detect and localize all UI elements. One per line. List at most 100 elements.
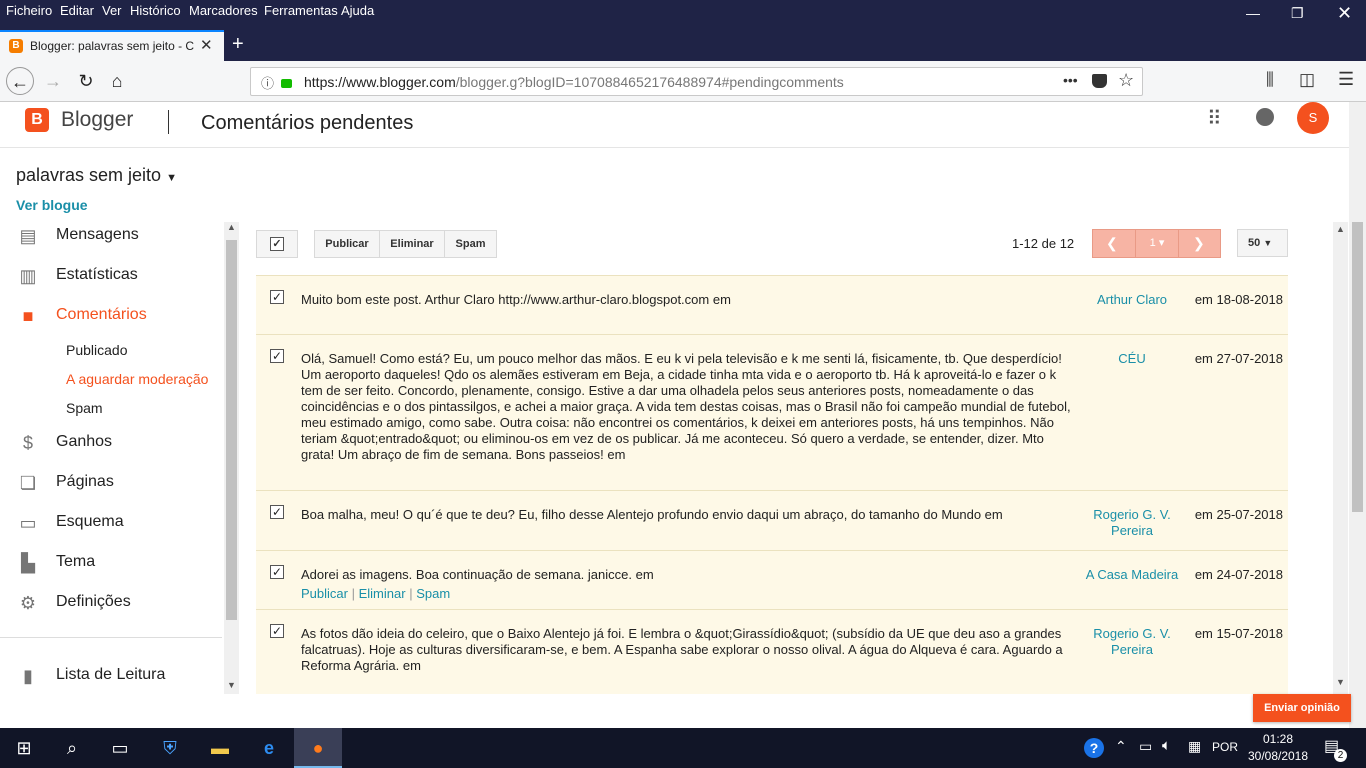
- volume-icon[interactable]: 🔈︎: [1162, 737, 1171, 754]
- row-spam-link[interactable]: Spam: [416, 586, 450, 601]
- content-scrollbar[interactable]: ▲ ▼: [1333, 222, 1348, 694]
- comment-row[interactable]: ✓ Muito bom este post. Arthur Claro http…: [256, 275, 1288, 335]
- back-button[interactable]: ←: [6, 67, 34, 95]
- language-indicator[interactable]: POR: [1212, 740, 1238, 754]
- page-scrollbar[interactable]: [1349, 102, 1366, 728]
- sidebar-scrollbar[interactable]: ▲ ▼: [224, 222, 239, 694]
- publish-button[interactable]: Publicar: [314, 230, 380, 258]
- sidebar-sub-spam[interactable]: Spam: [66, 400, 103, 416]
- clock-date[interactable]: 30/08/2018: [1244, 749, 1312, 763]
- reload-button[interactable]: ↻: [72, 67, 100, 95]
- row-publish-link[interactable]: Publicar: [301, 586, 348, 601]
- menu-ficheiro[interactable]: Ficheiro: [6, 3, 52, 18]
- menu-marcadores[interactable]: Marcadores: [189, 3, 258, 18]
- comment-row[interactable]: ✓ Olá, Samuel! Como está? Eu, um pouco m…: [256, 335, 1288, 491]
- row-checkbox[interactable]: ✓: [270, 624, 284, 638]
- comment-row[interactable]: ✓ Boa malha, meu! O qu´é que te deu? Eu,…: [256, 491, 1288, 551]
- row-delete-link[interactable]: Eliminar: [359, 586, 406, 601]
- sidebar-item-theme[interactable]: ▙ Tema: [0, 553, 222, 573]
- comment-date: em 25-07-2018: [1194, 507, 1283, 522]
- next-page-icon[interactable]: ❯: [1193, 235, 1205, 252]
- scroll-up-icon[interactable]: ▲: [1336, 224, 1345, 234]
- row-checkbox[interactable]: ✓: [270, 349, 284, 363]
- scroll-up-icon[interactable]: ▲: [227, 222, 236, 232]
- menu-historico[interactable]: Histórico: [130, 3, 181, 18]
- view-blog-link[interactable]: Ver blogue: [16, 197, 88, 213]
- menu-editar[interactable]: Editar: [60, 3, 94, 18]
- forward-button[interactable]: →: [39, 67, 67, 95]
- row-checkbox[interactable]: ✓: [270, 505, 284, 519]
- network-icon[interactable]: ▦: [1188, 738, 1201, 755]
- edge-browser-icon[interactable]: e: [245, 728, 293, 768]
- comment-author[interactable]: CÉU: [1078, 351, 1186, 367]
- show-hidden-icons[interactable]: ⌃: [1115, 738, 1127, 755]
- windows-start-icon[interactable]: ⊞: [0, 728, 48, 768]
- sidebar-scrollbar-thumb[interactable]: [226, 240, 237, 620]
- defender-shield-icon[interactable]: ⛨: [146, 728, 194, 768]
- delete-button[interactable]: Eliminar: [379, 230, 445, 258]
- sidebar-sub-awaiting[interactable]: A aguardar moderação: [66, 371, 208, 387]
- file-explorer-icon[interactable]: ▬: [196, 728, 244, 768]
- help-icon[interactable]: ?: [1084, 738, 1104, 758]
- brand-name[interactable]: Blogger: [61, 108, 133, 132]
- sidebar-item-settings[interactable]: ⚙ Definições: [0, 593, 222, 613]
- pocket-icon[interactable]: [1092, 74, 1107, 88]
- clock-time[interactable]: 01:28: [1248, 732, 1308, 746]
- select-all-checkbox[interactable]: ✓: [256, 230, 298, 258]
- hamburger-menu-icon[interactable]: ☰: [1338, 69, 1354, 90]
- minimize-button[interactable]: —: [1246, 5, 1260, 21]
- home-button[interactable]: ⌂: [103, 67, 131, 95]
- comment-author[interactable]: Rogerio G. V. Pereira: [1078, 626, 1186, 658]
- comment-author[interactable]: Arthur Claro: [1078, 292, 1186, 308]
- firefox-icon[interactable]: ●: [294, 728, 342, 768]
- page-actions-icon[interactable]: •••: [1063, 72, 1078, 88]
- sidebar-sub-published[interactable]: Publicado: [66, 342, 128, 358]
- info-icon[interactable]: ⓘ: [261, 73, 274, 92]
- close-window-button[interactable]: ✕: [1337, 3, 1352, 24]
- sidebar-item-comments[interactable]: ■ Comentários: [0, 306, 222, 326]
- prev-page-icon[interactable]: ❮: [1106, 235, 1118, 252]
- sidebar-item-stats[interactable]: ▥ Estatísticas: [0, 266, 222, 286]
- search-icon[interactable]: ⌕: [48, 728, 96, 768]
- tab-title: Blogger: palavras sem jeito - Co: [30, 39, 194, 53]
- page-selector[interactable]: 1 ▾: [1135, 230, 1179, 257]
- sidebar-item-layout[interactable]: ▭ Esquema: [0, 513, 222, 533]
- sidebar-item-earnings[interactable]: $ Ganhos: [0, 433, 222, 453]
- new-tab-button[interactable]: +: [232, 33, 244, 56]
- comment-row[interactable]: ✓ Adorei as imagens. Boa continuação de …: [256, 551, 1288, 610]
- comment-date: em 27-07-2018: [1194, 351, 1283, 366]
- feedback-button[interactable]: Enviar opinião: [1253, 694, 1351, 722]
- restore-button[interactable]: ❐: [1291, 5, 1304, 22]
- library-icon[interactable]: ⫼: [1266, 70, 1274, 90]
- scroll-down-icon[interactable]: ▼: [1336, 677, 1345, 687]
- spam-button[interactable]: Spam: [444, 230, 497, 258]
- menu-ferramentas[interactable]: Ferramentas: [264, 3, 338, 18]
- page-scrollbar-thumb[interactable]: [1352, 222, 1363, 512]
- row-checkbox[interactable]: ✓: [270, 565, 284, 579]
- battery-icon[interactable]: ▭: [1139, 738, 1152, 755]
- blogger-logo-icon[interactable]: B: [25, 108, 49, 132]
- url-bar[interactable]: ⓘ https://www.blogger.com/blogger.g?blog…: [250, 67, 1143, 96]
- bookmark-star-icon[interactable]: ☆: [1118, 70, 1134, 91]
- per-page-select[interactable]: 50 ▼: [1237, 229, 1288, 257]
- sidebar-toggle-icon[interactable]: ◫: [1299, 70, 1315, 90]
- comment-author[interactable]: A Casa Madeira: [1078, 567, 1186, 583]
- browser-tab[interactable]: B Blogger: palavras sem jeito - Co ✕: [0, 30, 224, 61]
- sidebar-item-pages[interactable]: ❏ Páginas: [0, 473, 222, 493]
- notifications-bell-icon[interactable]: [1256, 108, 1274, 126]
- close-tab-icon[interactable]: ✕: [200, 36, 213, 54]
- menu-ver[interactable]: Ver: [102, 3, 122, 18]
- url-text[interactable]: https://www.blogger.com/blogger.g?blogID…: [304, 74, 844, 90]
- row-actions: Publicar | Eliminar | Spam: [301, 586, 450, 601]
- blog-selector[interactable]: palavras sem jeito ▼: [16, 165, 177, 186]
- comment-row[interactable]: ✓ As fotos dão ideia do celeiro, que o B…: [256, 610, 1288, 694]
- scroll-down-icon[interactable]: ▼: [227, 680, 236, 690]
- avatar[interactable]: S: [1297, 102, 1329, 134]
- sidebar-item-reading-list[interactable]: ▮ Lista de Leitura: [0, 666, 222, 686]
- menu-ajuda[interactable]: Ajuda: [341, 3, 374, 18]
- apps-grid-icon[interactable]: ⠿: [1207, 106, 1222, 131]
- comment-author[interactable]: Rogerio G. V. Pereira: [1078, 507, 1186, 539]
- sidebar-item-posts[interactable]: ▤ Mensagens: [0, 226, 222, 246]
- row-checkbox[interactable]: ✓: [270, 290, 284, 304]
- task-view-icon[interactable]: ▭: [96, 728, 144, 768]
